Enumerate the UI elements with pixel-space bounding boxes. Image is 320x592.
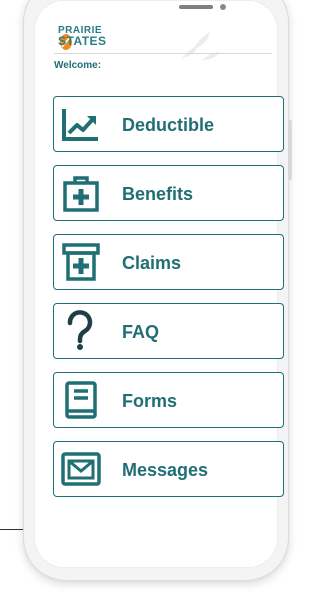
phone-screen: PRAIRIE STATES Welcome: Deductible Benef… xyxy=(34,0,284,568)
faq-label: FAQ xyxy=(122,322,160,342)
header-divider xyxy=(54,53,272,54)
forms-label: Forms xyxy=(122,391,178,411)
phone-frame: PRAIRIE STATES Welcome: Deductible Benef… xyxy=(24,0,288,580)
envelope-icon xyxy=(61,452,101,486)
phone-speaker xyxy=(179,5,213,9)
deductible-label: Deductible xyxy=(122,115,215,135)
claims-button[interactable]: Claims xyxy=(53,234,284,290)
book-icon xyxy=(65,381,97,419)
benefits-button[interactable]: Benefits xyxy=(53,165,284,221)
phone-camera xyxy=(220,4,226,10)
forms-button[interactable]: Forms xyxy=(53,372,284,428)
medical-kit-icon xyxy=(63,176,99,212)
welcome-text: Welcome: xyxy=(54,60,102,71)
phone-side-button xyxy=(288,120,292,180)
brand-line-2: STATES xyxy=(58,34,107,48)
faq-button[interactable]: FAQ xyxy=(53,303,284,359)
benefits-label: Benefits xyxy=(122,184,194,204)
messages-button[interactable]: Messages xyxy=(53,441,284,497)
deductible-button[interactable]: Deductible xyxy=(53,96,284,152)
messages-label: Messages xyxy=(122,460,209,480)
medicine-box-icon xyxy=(62,243,100,281)
chart-trending-up-icon xyxy=(62,109,98,141)
claims-label: Claims xyxy=(122,253,182,273)
question-mark-icon xyxy=(67,310,93,350)
